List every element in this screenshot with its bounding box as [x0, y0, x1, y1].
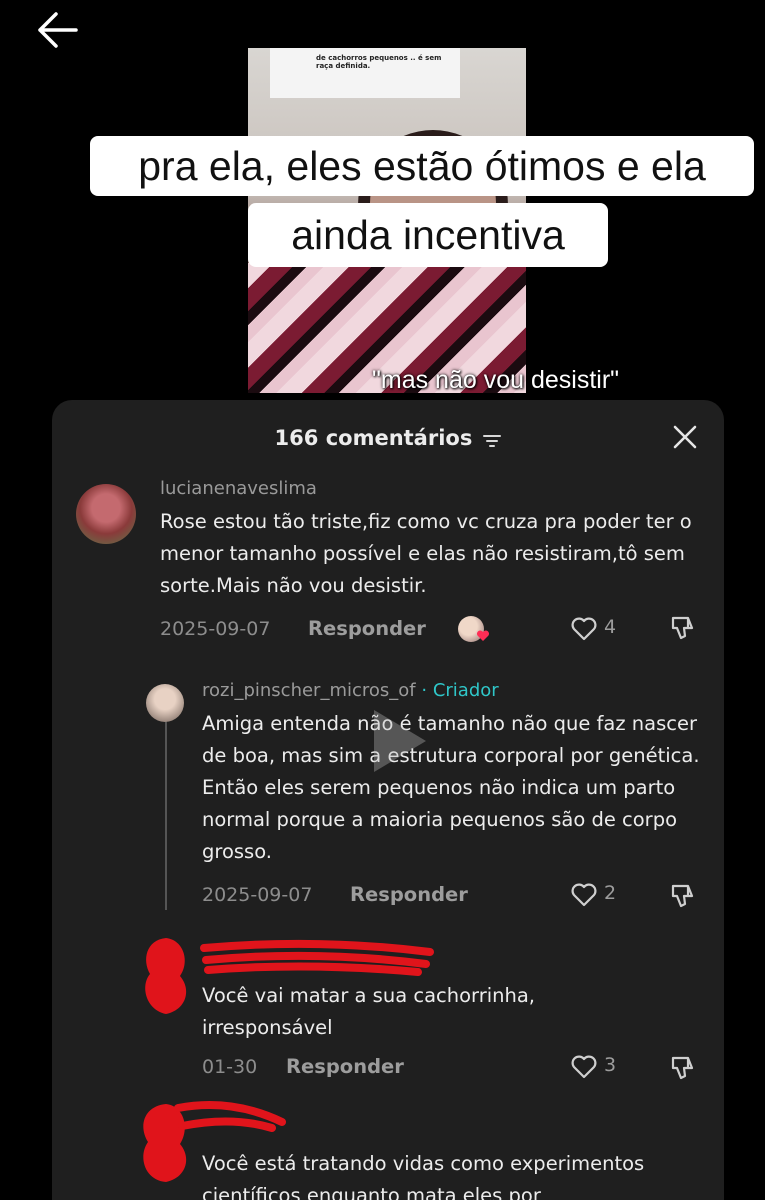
comment-text: Amiga entenda não é tamanho não que faz … [202, 712, 700, 863]
video-caption-line1: pra ela, eles estão ótimos e ela [90, 136, 754, 196]
heart-icon [571, 883, 597, 907]
comment-date: 2025-09-07 [202, 884, 313, 906]
video-note-text: de cachorros pequenos .. é sem raça defi… [270, 48, 460, 98]
comment-text: Você vai matar a sua cachorrinha, irresp… [202, 984, 536, 1039]
back-arrow-icon[interactable] [36, 10, 80, 50]
close-icon[interactable] [672, 424, 698, 450]
like-button[interactable]: 2 [570, 880, 630, 910]
redacted-username-scribble [174, 1101, 286, 1132]
comment-text: Você está tratando vidas como experiment… [202, 1152, 645, 1200]
play-icon [374, 710, 426, 772]
creator-badge: · Criador [421, 680, 499, 701]
redacted-avatar-scribble [145, 938, 187, 1014]
comments-header: 166 comentários [52, 420, 724, 456]
avatar[interactable] [146, 684, 184, 722]
heart-icon [571, 617, 597, 641]
reply-button[interactable]: Responder [350, 883, 468, 906]
redacted-username-scribble [200, 939, 434, 976]
like-button[interactable]: 3 [570, 1052, 630, 1082]
dislike-icon[interactable] [668, 614, 698, 644]
comment-date: 2025-09-07 [160, 618, 271, 640]
heart-icon [571, 1055, 597, 1079]
comment-username[interactable]: lucianenaveslima [160, 478, 317, 499]
heart-badge-icon [476, 630, 490, 641]
avatar[interactable] [76, 484, 136, 544]
filter-icon[interactable] [483, 434, 502, 448]
like-count: 4 [604, 616, 617, 638]
reply-button[interactable]: Responder [286, 1055, 404, 1078]
dislike-icon[interactable] [668, 882, 698, 912]
like-button[interactable]: 4 [570, 614, 630, 644]
reply-button[interactable]: Responder [308, 617, 426, 640]
comments-sheet: 166 comentários lucianenaveslima Rose es… [52, 400, 724, 1200]
comments-count-title: 166 comentários [274, 426, 473, 450]
comment-text: Rose estou tão triste,fiz como vc cruza … [160, 510, 692, 597]
like-count: 2 [604, 882, 617, 904]
video-subtitle: "mas não vou desistir" [372, 366, 620, 394]
video-caption-line2: ainda incentiva [248, 203, 608, 267]
comment-username[interactable]: rozi_pinscher_micros_of · Criador [202, 680, 499, 701]
dislike-icon[interactable] [668, 1054, 698, 1084]
comment-date: 01-30 [202, 1056, 258, 1078]
reply-thread-line [165, 690, 167, 910]
like-count: 3 [604, 1054, 617, 1076]
comment-username-text: rozi_pinscher_micros_of [202, 680, 416, 701]
